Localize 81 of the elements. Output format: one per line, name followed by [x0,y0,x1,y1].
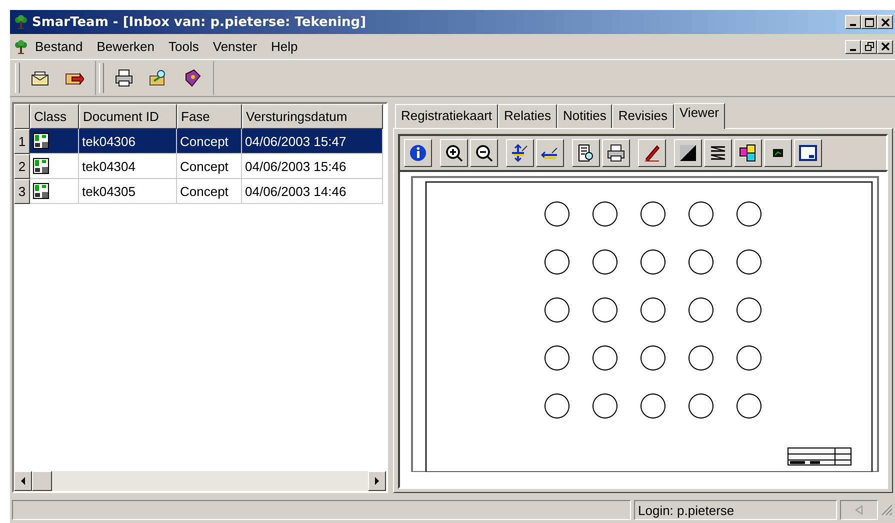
tab[interactable]: Registratiekaart [395,104,498,128]
minimize-icon [850,24,856,26]
zoom-in-button[interactable] [440,139,468,167]
layers-button[interactable] [704,139,732,167]
printer-button[interactable] [602,139,630,167]
table-cell: 04/06/2003 14:46 [242,179,383,204]
drawing-class-icon [33,158,49,174]
pen-button[interactable] [638,139,666,167]
tab[interactable]: Relaties [498,104,558,128]
horizontal-scrollbar[interactable] [14,471,386,491]
scroll-thumb[interactable] [32,471,52,491]
table-row[interactable]: 2 tek04304 Concept 04/06/2003 15:46 [14,154,386,179]
color-blocks-button[interactable] [734,139,762,167]
menu-item[interactable]: Venster [206,37,264,56]
pen-icon [642,143,662,163]
contrast-button[interactable] [674,139,702,167]
menu-item[interactable]: Bestand [28,37,90,56]
menu-item[interactable]: Help [264,37,305,56]
tab[interactable]: Viewer [674,103,726,129]
close-icon [880,18,890,26]
dimension-arrow-button[interactable] [536,139,564,167]
column-header[interactable]: Document ID [79,104,177,129]
info-icon [408,143,428,163]
tree-icon [14,15,28,29]
drawing-class-icon [33,133,49,149]
scroll-left-button[interactable] [14,471,32,491]
row-number: 2 [14,154,30,179]
row-number: 1 [14,129,30,154]
close-button[interactable] [877,40,893,54]
table-cell: tek04305 [79,179,177,204]
toolbar-grip[interactable] [99,63,104,93]
table-cell: tek04304 [79,154,177,179]
table-row[interactable]: 1 tek04306 Concept 04/06/2003 15:47 [14,129,386,154]
table-cell: 04/06/2003 15:46 [242,154,383,179]
toolbar-grip[interactable] [15,63,20,93]
scroll-right-button[interactable] [368,471,386,491]
zoom-out-icon [474,143,494,163]
resize-grip-icon [881,504,893,516]
printer-icon [606,143,626,163]
row-number: 3 [14,179,30,204]
table-cell: Concept [177,129,242,154]
table-row[interactable]: 3 tek04305 Concept 04/06/2003 14:46 [14,179,386,204]
minimize-icon [850,48,856,50]
restore-button[interactable] [861,40,877,54]
minimize-button[interactable] [845,15,861,29]
pan-arrows-icon [510,143,530,163]
menu-item[interactable]: Bewerken [90,37,162,56]
maximize-icon [864,18,874,26]
table-cell: Concept [177,154,242,179]
tree-icon [14,40,28,54]
column-header[interactable]: Fase [177,104,242,129]
left-arrow-icon [20,477,26,485]
close-icon [880,42,890,51]
zoom-in-icon [444,143,464,163]
maximize-button[interactable] [861,15,877,29]
screen-button[interactable] [764,139,792,167]
close-button[interactable] [877,15,893,29]
table-cell: 04/06/2003 15:47 [242,129,383,154]
window-title: SmarTeam - [Inbox van: p.pieterse: Tekening] [32,14,366,30]
menu-item[interactable]: Tools [162,37,206,56]
column-header[interactable]: Versturingsdatum [242,104,383,129]
drawing-class-icon [33,183,49,199]
zoom-out-button[interactable] [470,139,498,167]
table-cell: tek04306 [79,129,177,154]
right-arrow-icon [374,477,380,485]
tab[interactable]: Revisies [612,104,674,128]
triangle-icon [855,505,863,515]
status-login: Login: p.pieterse [634,500,837,520]
info-button[interactable] [404,139,432,167]
table-cell: Concept [177,179,242,204]
preview-icon [576,143,596,163]
contrast-icon [678,143,698,163]
preview-button[interactable] [572,139,600,167]
pan-arrows-button[interactable] [506,139,534,167]
tab[interactable]: Notities [557,104,612,128]
color-blocks-icon [738,143,758,163]
minimize-button[interactable] [845,40,861,54]
window-icon [798,143,818,163]
column-header[interactable]: Class [30,104,79,129]
restore-icon [864,42,874,51]
window-button[interactable] [794,139,822,167]
